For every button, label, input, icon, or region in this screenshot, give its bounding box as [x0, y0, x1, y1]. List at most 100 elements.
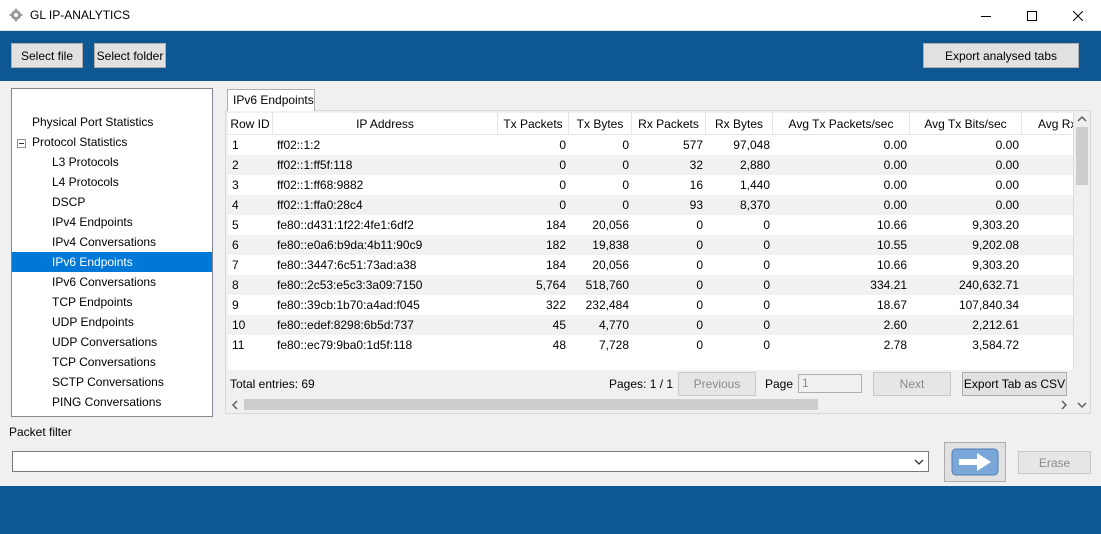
table-row[interactable]: 4 ff02::1:ffa0:28c4 0 0 93 8,370 0.00 0.00 — [228, 195, 1073, 215]
table-cell: 0 — [696, 338, 703, 352]
tree-item[interactable]: L4 Protocols — [12, 172, 212, 192]
pages-label: Pages: 1 / 1 — [609, 377, 674, 391]
column-header[interactable]: IP Address — [273, 113, 498, 135]
table-row[interactable]: 7 fe80::3447:6c51:73ad:a38 184 20,056 0 0 10.6… — [228, 255, 1073, 275]
table-row[interactable]: 10 fe80::edef:8298:6b5d:737 45 4,770 0 0 2.60 2… — [228, 315, 1073, 335]
table-cell: 0 — [763, 258, 770, 272]
chevron-down-icon[interactable] — [914, 457, 924, 467]
table-cell: 5 — [232, 218, 239, 232]
export-analysed-tabs-button[interactable]: Export analysed tabs — [923, 43, 1079, 68]
tree-item[interactable]: DSCP — [12, 192, 212, 212]
minimize-button[interactable] — [963, 0, 1009, 31]
tree-item[interactable]: IPv4 Conversations — [12, 232, 212, 252]
table-cell: ff02::1:2 — [277, 138, 321, 152]
table-cell: 2.78 — [883, 338, 907, 352]
table-cell: 4 — [232, 198, 239, 212]
table-cell: 577 — [682, 138, 703, 152]
tree-item[interactable]: IPv6 Endpoints — [12, 252, 212, 272]
vertical-scroll-thumb[interactable] — [1076, 127, 1088, 185]
table-cell: 322 — [545, 298, 566, 312]
statistics-tree[interactable]: Physical Port Statistics Protocol Statist… — [11, 88, 213, 417]
table-cell: 0 — [559, 198, 566, 212]
table-row[interactable]: 5 fe80::d431:1f22:4fe1:6df2 184 20,056 0 0 10.… — [228, 215, 1073, 235]
table-cell: 0 — [763, 338, 770, 352]
tree-item[interactable]: TCP Conversations — [12, 352, 212, 372]
table-cell: 10.55 — [876, 238, 907, 252]
tree-item[interactable]: IPv4 Endpoints — [12, 212, 212, 232]
next-button[interactable]: Next — [873, 372, 951, 396]
table-cell: fe80::d431:1f22:4fe1:6df2 — [277, 218, 414, 232]
endpoints-table[interactable]: Row ID IP Address Tx Packets Tx Bytes Rx Pac… — [228, 113, 1074, 370]
tree-item[interactable]: UDP Conversations — [12, 332, 212, 352]
table-cell: 0.00 — [995, 158, 1019, 172]
table-cell: 0 — [559, 178, 566, 192]
scroll-left-icon[interactable] — [230, 399, 240, 411]
apply-filter-button[interactable] — [944, 442, 1006, 482]
horizontal-scrollbar[interactable] — [228, 396, 1074, 413]
table-row[interactable]: 3 ff02::1:ff68:9882 0 0 16 1,440 0.00 0.00 — [228, 175, 1073, 195]
previous-button[interactable]: Previous — [678, 372, 756, 396]
close-button[interactable] — [1055, 0, 1101, 31]
table-row[interactable]: 6 fe80::e0a6:b9da:4b11:90c9 182 19,838 0 0 10.… — [228, 235, 1073, 255]
column-header[interactable]: Avg Tx Bits/sec — [910, 113, 1022, 135]
table-cell: 0 — [696, 298, 703, 312]
table-cell: 0 — [622, 178, 629, 192]
tree-item[interactable]: Physical Port Statistics — [12, 112, 212, 132]
table-cell: 3,584.72 — [972, 338, 1019, 352]
table-row[interactable]: 11 fe80::ec79:9ba0:1d5f:118 48 7,728 0 0 2.78 3… — [228, 335, 1073, 355]
tree-item[interactable]: PING Conversations — [12, 392, 212, 412]
table-cell: 4,770 — [598, 318, 629, 332]
horizontal-scroll-thumb[interactable] — [244, 399, 818, 410]
table-row[interactable]: 9 fe80::39cb:1b70:a4ad:f045 322 232,484 0 0 18… — [228, 295, 1073, 315]
table-cell: 0.00 — [883, 158, 907, 172]
table-cell: 184 — [545, 218, 566, 232]
table-cell: 7 — [232, 258, 239, 272]
table-cell: 0.00 — [883, 198, 907, 212]
scroll-right-icon[interactable] — [1059, 399, 1069, 411]
table-cell: 0 — [622, 198, 629, 212]
select-file-button[interactable]: Select file — [11, 43, 83, 68]
tab-ipv6-endpoints[interactable]: IPv6 Endpoints — [227, 89, 315, 111]
table-cell: 0 — [696, 318, 703, 332]
scroll-down-icon[interactable] — [1076, 400, 1088, 410]
tree-item[interactable]: L3 Protocols — [12, 152, 212, 172]
vertical-scrollbar[interactable] — [1074, 127, 1090, 412]
tree-item[interactable]: UDP Endpoints — [12, 312, 212, 332]
tree-item[interactable]: Protocol Statistics — [12, 132, 212, 152]
packet-filter-combo[interactable] — [12, 451, 929, 472]
tree-item[interactable]: IPv6 Conversations — [12, 272, 212, 292]
tree-item[interactable]: SCTP Conversations — [12, 372, 212, 392]
column-header[interactable]: Rx Bytes — [706, 113, 773, 135]
column-header[interactable]: Rx Packets — [632, 113, 706, 135]
table-row[interactable]: 8 fe80::2c53:e5c3:3a09:7150 5,764 518,760 0 0… — [228, 275, 1073, 295]
scroll-up-icon[interactable] — [1076, 114, 1088, 124]
table-row[interactable]: 1 ff02::1:2 0 0 577 97,048 0.00 0.00 — [228, 135, 1073, 155]
table-cell: 18.67 — [876, 298, 907, 312]
table-cell: 0 — [763, 298, 770, 312]
table-cell: 8,370 — [739, 198, 770, 212]
column-header[interactable]: Avg Tx Packets/sec — [773, 113, 910, 135]
minimize-icon — [981, 15, 991, 17]
page-number-input[interactable]: 1 — [798, 374, 862, 393]
tree-item[interactable]: TCP Endpoints — [12, 292, 212, 312]
table-row[interactable]: 2 ff02::1:ff5f:118 0 0 32 2,880 0.00 0.00 — [228, 155, 1073, 175]
table-cell: 6 — [232, 238, 239, 252]
table-cell: 0 — [622, 138, 629, 152]
table-header: Row ID IP Address Tx Packets Tx Bytes Rx Pac… — [228, 113, 1073, 135]
table-cell: 10.66 — [876, 258, 907, 272]
table-cell: 0 — [763, 218, 770, 232]
maximize-button[interactable] — [1009, 0, 1055, 31]
column-header[interactable]: Avg Rx — [1022, 113, 1073, 135]
erase-button[interactable]: Erase — [1018, 451, 1091, 474]
status-band — [0, 486, 1101, 534]
column-header[interactable]: Tx Bytes — [569, 113, 632, 135]
table-cell: 0 — [622, 158, 629, 172]
select-folder-button[interactable]: Select folder — [94, 43, 166, 68]
column-header[interactable]: Row ID — [228, 113, 273, 135]
column-header[interactable]: Tx Packets — [498, 113, 569, 135]
title-bar: GL IP-ANALYTICS — [0, 0, 1101, 31]
table-cell: 16 — [689, 178, 703, 192]
export-tab-csv-button[interactable]: Export Tab as CSV — [962, 372, 1067, 396]
table-cell: 20,056 — [592, 218, 629, 232]
table-cell: ff02::1:ffa0:28c4 — [277, 198, 363, 212]
